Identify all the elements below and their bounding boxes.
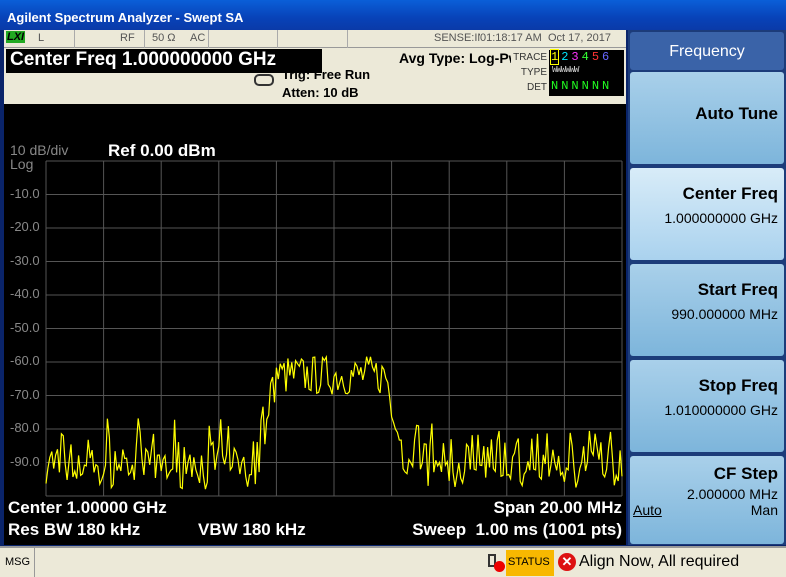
- trace-1: 1: [549, 49, 560, 65]
- cf-step-button[interactable]: CF Step 2.000000 MHz Auto Man: [630, 456, 784, 544]
- det-1: N: [551, 79, 559, 93]
- status-bar: LXI L RF 50 Ω AC SENSE:INT 01:18:17 AM O…: [4, 30, 626, 48]
- window-title: Agilent Spectrum Analyzer - Swept SA: [0, 0, 786, 30]
- start-freq-button[interactable]: Start Freq 990.000000 MHz: [630, 264, 784, 356]
- msg-label: MSG: [5, 556, 31, 568]
- vbw-label: VBW 180 kHz: [198, 520, 306, 539]
- stop-freq-button[interactable]: Stop Freq 1.010000000 GHz: [630, 360, 784, 452]
- softkey-panel: Frequency Auto Tune Center Freq 1.0000000…: [628, 30, 786, 545]
- rf-indicator: RF: [120, 32, 135, 44]
- trigger-loop-icon: [254, 74, 274, 86]
- lxi-logo: LXI: [6, 31, 26, 43]
- det-5: N: [591, 79, 600, 93]
- trace-4: 4: [581, 50, 589, 64]
- center-label: Center 1.00000 GHz: [8, 498, 167, 517]
- status-button[interactable]: STATUS: [506, 550, 554, 576]
- trace-2: 2: [561, 50, 569, 64]
- impedance: 50 Ω: [152, 32, 176, 44]
- det-2: N: [561, 79, 569, 93]
- trace-panel: 123456 WWWWWW NNNNNN: [549, 49, 624, 96]
- trace-5: 5: [591, 50, 600, 64]
- det-4: N: [581, 79, 589, 93]
- error-icon: ✕: [558, 553, 576, 571]
- auto-tune-button[interactable]: Auto Tune: [630, 72, 784, 164]
- sweep-label: Sweep 1.00 ms (1001 pts): [412, 520, 622, 539]
- trigger-info: Trig: Free Run Atten: 10 dB: [282, 67, 371, 100]
- det-label: DET: [527, 82, 547, 93]
- det-6: N: [602, 79, 610, 93]
- softkey-menu-title: Frequency: [630, 32, 784, 70]
- mute-icon: [494, 561, 505, 572]
- info-bar: Center Freq 1.000000000 GHz Avg Type: Lo…: [4, 48, 626, 104]
- center-freq-button[interactable]: Center Freq 1.000000000 GHz: [630, 168, 784, 260]
- cf-step-auto[interactable]: Auto: [633, 502, 662, 518]
- cf-step-man[interactable]: Man: [751, 502, 778, 518]
- spectrum-display[interactable]: 10 dB/div Log Ref 0.00 dBm -10.0 -20.0 -30…: [4, 104, 626, 545]
- input-indicator: L: [38, 32, 45, 44]
- time: 01:18:17 AM: [480, 32, 542, 44]
- avg-type: Avg Type: Log-Pwr: [399, 50, 511, 66]
- coupling: AC: [190, 32, 206, 44]
- type-label: TYPE: [520, 67, 547, 78]
- span-label: Span 20.00 MHz: [493, 498, 623, 517]
- center-freq-display[interactable]: Center Freq 1.000000000 GHz: [6, 49, 322, 73]
- det-3: N: [571, 79, 579, 93]
- trace-label: TRACE: [513, 52, 547, 63]
- message-bar: MSG STATUS ✕ Align Now, All required: [0, 546, 786, 577]
- spectrum-plot: [45, 160, 623, 497]
- trace-6: 6: [602, 50, 610, 64]
- date: Oct 17, 2017: [548, 32, 611, 44]
- status-message: Align Now, All required: [579, 553, 740, 570]
- rbw-label: Res BW 180 kHz: [8, 520, 141, 539]
- trace-3: 3: [571, 50, 579, 64]
- trace-type: WWWWWW: [552, 65, 579, 75]
